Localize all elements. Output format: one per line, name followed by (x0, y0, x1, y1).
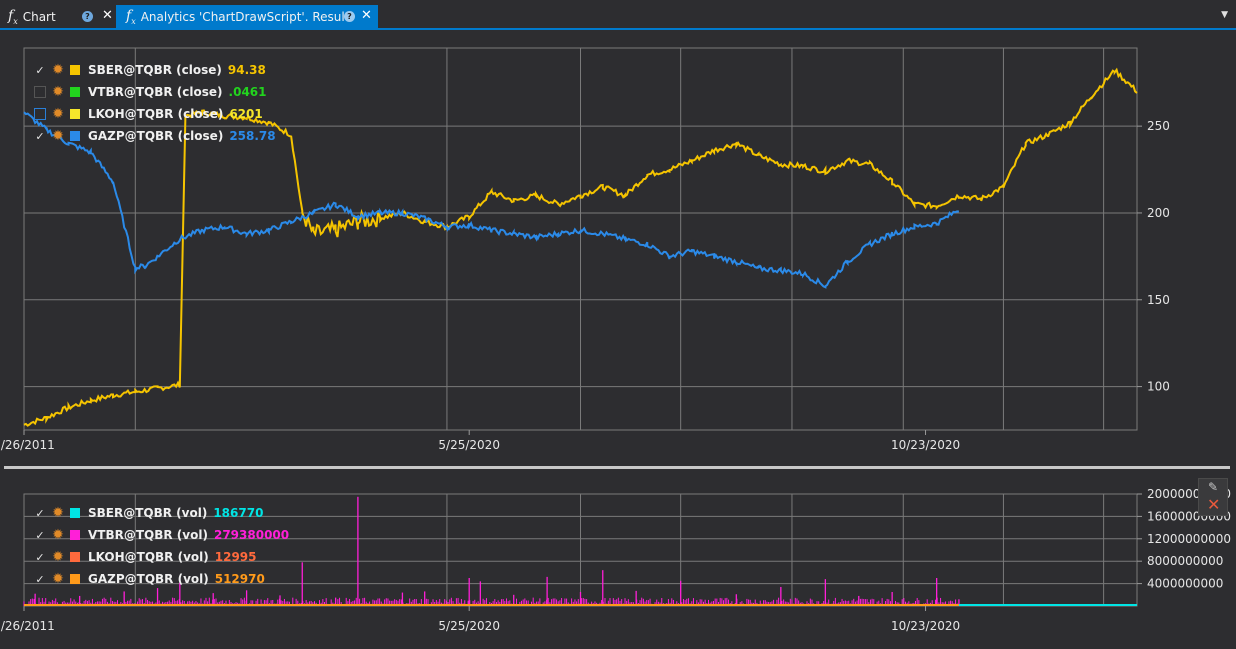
x-tick-label: 10/23/2020 (891, 438, 960, 452)
fx-function-icon: fx (8, 7, 18, 26)
legend-series-value: 258.78 (229, 129, 276, 143)
legend-series-value: .0461 (228, 85, 267, 99)
y-tick-label: 12000000000 (1147, 532, 1231, 546)
gear-icon[interactable]: ✹ (52, 62, 64, 78)
legend-swatch (70, 131, 80, 141)
x-tick-label: 5/25/2020 (438, 619, 500, 633)
x-tick-label: 2/26/2011 (0, 438, 55, 452)
tab-chart[interactable]: fx Chart ? ✕ (8, 5, 114, 28)
legend-checkbox[interactable]: ✓ (34, 529, 46, 542)
legend-item[interactable]: ✓ ✹ SBER@TQBR (vol) 186770 (34, 503, 263, 523)
legend-swatch (70, 65, 80, 75)
legend-swatch (70, 574, 80, 584)
x-tick-label: 2/26/2011 (0, 619, 55, 633)
pane-tools: ✎ ✕ (1198, 478, 1228, 516)
gear-icon[interactable]: ✹ (52, 84, 64, 100)
help-icon[interactable]: ? (344, 11, 355, 22)
legend-series-name: VTBR@TQBR (close) (88, 85, 223, 99)
pane-splitter[interactable] (4, 466, 1230, 469)
tab-chart-label: Chart (22, 9, 56, 24)
tab-bar: fx Chart ? ✕ fx Analytics 'ChartDrawScri… (0, 0, 1236, 30)
legend-item[interactable]: ✓ ✹ VTBR@TQBR (vol) 279380000 (34, 525, 289, 545)
tab-analytics-result[interactable]: fx Analytics 'ChartDrawScript'. Result ?… (116, 5, 378, 28)
legend-series-value: 12995 (214, 550, 257, 564)
gear-icon[interactable]: ✹ (52, 128, 64, 144)
gear-icon[interactable]: ✹ (52, 571, 64, 587)
close-icon[interactable]: ✕ (102, 8, 113, 23)
y-tick-label: 200 (1147, 206, 1170, 220)
legend-series-value: 6201 (229, 107, 263, 121)
dropdown-arrow-icon[interactable]: ▼ (1221, 10, 1228, 20)
legend-series-name: SBER@TQBR (close) (88, 63, 222, 77)
legend-item[interactable]: ✹ LKOH@TQBR (close) 6201 (34, 104, 263, 124)
fx-function-icon: fx (126, 7, 136, 26)
legend-series-name: LKOH@TQBR (close) (88, 107, 224, 121)
gear-icon[interactable]: ✹ (52, 505, 64, 521)
legend-series-value: 279380000 (213, 528, 290, 542)
legend-item[interactable]: ✓ ✹ SBER@TQBR (close) 94.38 (34, 60, 266, 80)
gear-icon[interactable]: ✹ (52, 527, 64, 543)
y-tick-label: 100 (1147, 380, 1170, 394)
gear-icon[interactable]: ✹ (52, 106, 64, 122)
legend-item[interactable]: ✓ ✹ GAZP@TQBR (close) 258.78 (34, 126, 276, 146)
legend-swatch (70, 87, 80, 97)
legend-swatch (70, 109, 80, 119)
remove-x-icon[interactable]: ✕ (1207, 495, 1220, 514)
y-tick-label: 250 (1147, 119, 1170, 133)
legend-checkbox[interactable]: ✓ (34, 551, 46, 564)
legend-series-value: 94.38 (227, 63, 266, 77)
legend-checkbox[interactable]: ✓ (34, 64, 46, 77)
x-tick-label: 5/25/2020 (438, 438, 500, 452)
legend-series-name: GAZP@TQBR (vol) (88, 572, 209, 586)
legend-checkbox[interactable] (34, 86, 46, 98)
x-tick-label: 10/23/2020 (891, 619, 960, 633)
legend-series-value: 186770 (213, 506, 264, 520)
y-tick-label: 4000000000 (1147, 577, 1223, 591)
legend-item[interactable]: ✓ ✹ LKOH@TQBR (vol) 12995 (34, 547, 257, 567)
legend-item[interactable]: ✓ ✹ GAZP@TQBR (vol) 512970 (34, 569, 265, 589)
legend-series-name: VTBR@TQBR (vol) (88, 528, 208, 542)
close-icon[interactable]: ✕ (361, 8, 372, 23)
legend-series-name: LKOH@TQBR (vol) (88, 550, 209, 564)
legend-checkbox[interactable]: ✓ (34, 573, 46, 586)
pin-icon[interactable]: ✎ (1208, 480, 1218, 494)
legend-checkbox[interactable] (34, 108, 46, 120)
y-tick-label: 150 (1147, 293, 1170, 307)
legend-checkbox[interactable]: ✓ (34, 130, 46, 143)
tab-analytics-label: Analytics 'ChartDrawScript'. Result (140, 9, 350, 24)
legend-series-value: 512970 (214, 572, 265, 586)
legend-swatch (70, 508, 80, 518)
gear-icon[interactable]: ✹ (52, 549, 64, 565)
legend-item[interactable]: ✹ VTBR@TQBR (close) .0461 (34, 82, 267, 102)
legend-swatch (70, 530, 80, 540)
legend-series-name: GAZP@TQBR (close) (88, 129, 224, 143)
y-tick-label: 8000000000 (1147, 554, 1223, 568)
legend-checkbox[interactable]: ✓ (34, 507, 46, 520)
help-icon[interactable]: ? (82, 11, 93, 22)
legend-series-name: SBER@TQBR (vol) (88, 506, 208, 520)
legend-swatch (70, 552, 80, 562)
